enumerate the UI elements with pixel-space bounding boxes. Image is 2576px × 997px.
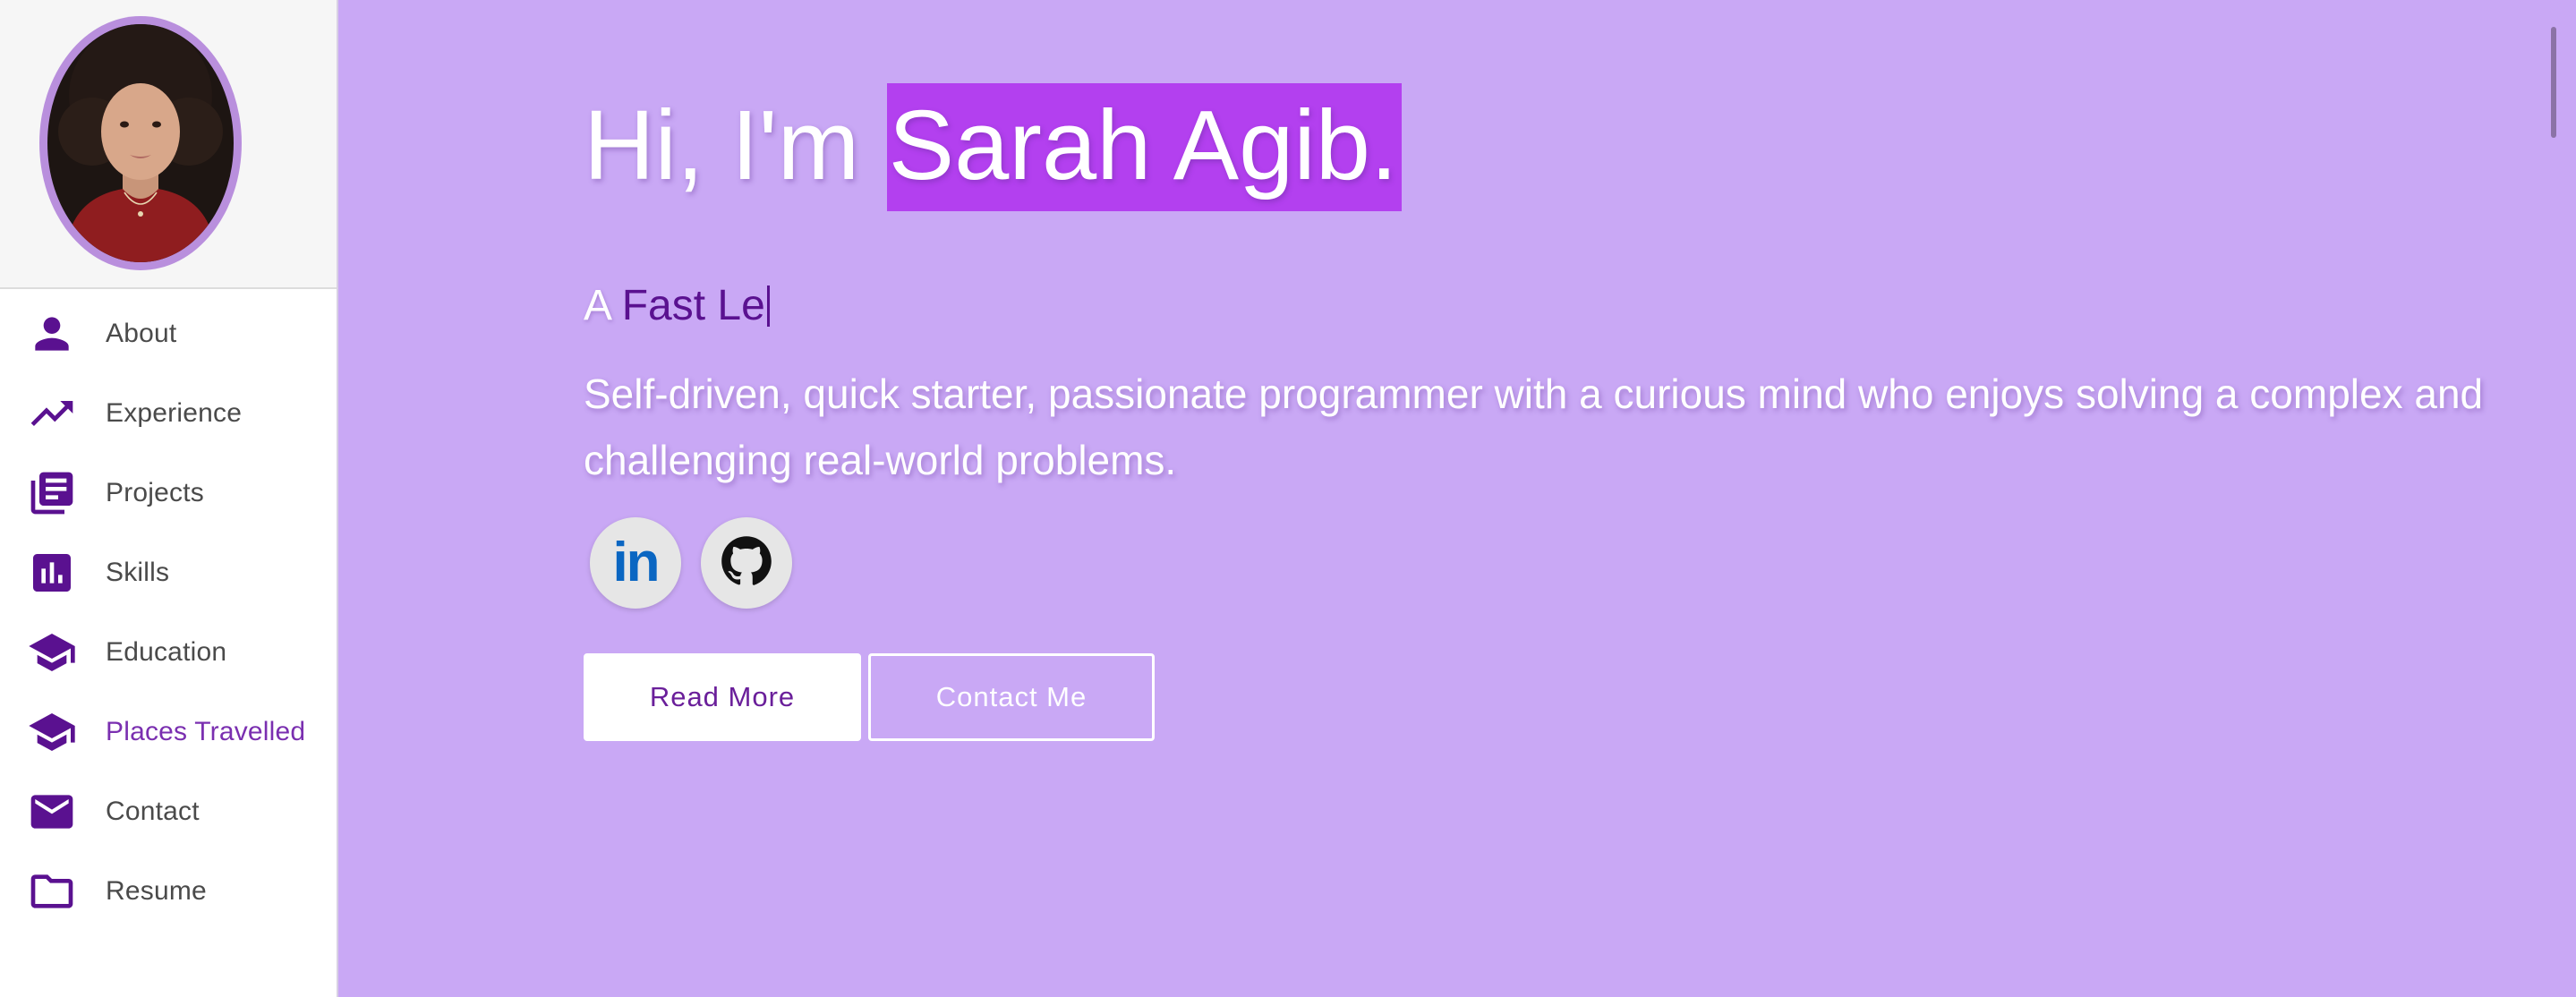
linkedin-icon: in <box>612 532 660 593</box>
sidebar-item-label: Contact <box>106 796 200 826</box>
typed-tagline: A Fast Le <box>584 281 770 330</box>
sidebar-item-label: Resume <box>106 875 207 906</box>
mail-icon <box>25 785 79 839</box>
github-button[interactable] <box>701 517 792 609</box>
sidebar-item-label: Experience <box>106 397 243 428</box>
folder-icon <box>25 865 79 918</box>
sidebar-item-label: Education <box>106 636 227 667</box>
trending-up-icon <box>25 387 79 440</box>
sidebar-item-experience[interactable]: Experience <box>0 373 337 453</box>
avatar-photo <box>47 24 234 262</box>
typing-caret <box>766 285 770 327</box>
hero-name: Sarah Agib. <box>886 83 1402 211</box>
sidebar-item-contact[interactable]: Contact <box>0 771 337 851</box>
sidebar-item-projects[interactable]: Projects <box>0 453 337 533</box>
sidebar-item-resume[interactable]: Resume <box>0 851 337 931</box>
sidebar-item-label: About <box>106 318 177 348</box>
sidebar-item-label: Projects <box>106 477 204 507</box>
github-icon <box>721 535 772 592</box>
hero-greeting: Hi, I'm <box>584 90 887 200</box>
sidebar-item-places-travelled[interactable]: Places Travelled <box>0 692 337 771</box>
sidebar-item-about[interactable]: About <box>0 294 337 373</box>
hero-title: Hi, I'm Sarah Agib. <box>584 83 1402 211</box>
profile-area <box>0 0 337 289</box>
sidebar-item-skills[interactable]: Skills <box>0 533 337 612</box>
contact-me-button[interactable]: Contact Me <box>868 653 1155 741</box>
avatar[interactable] <box>39 16 242 270</box>
typed-prefix: A <box>584 282 622 329</box>
sidebar-item-education[interactable]: Education <box>0 612 337 692</box>
sidebar-item-label: Skills <box>106 557 170 587</box>
school-icon <box>25 626 79 679</box>
intro-text: Self-driven, quick starter, passionate p… <box>584 371 2484 483</box>
school-icon <box>25 705 79 759</box>
sidebar-item-label: Places Travelled <box>106 716 306 746</box>
bar-chart-icon <box>25 546 79 600</box>
scrollbar-thumb[interactable] <box>2551 27 2556 138</box>
linkedin-button[interactable]: in <box>590 517 681 609</box>
read-more-button[interactable]: Read More <box>584 653 861 741</box>
sidebar: About Experience Projects Skills Educati <box>0 0 338 997</box>
library-books-icon <box>25 466 79 520</box>
hero-section: Hi, I'm Sarah Agib. A Fast Le Self-drive… <box>338 0 2558 997</box>
typed-word: Fast Le <box>621 282 765 329</box>
person-icon <box>25 307 79 361</box>
